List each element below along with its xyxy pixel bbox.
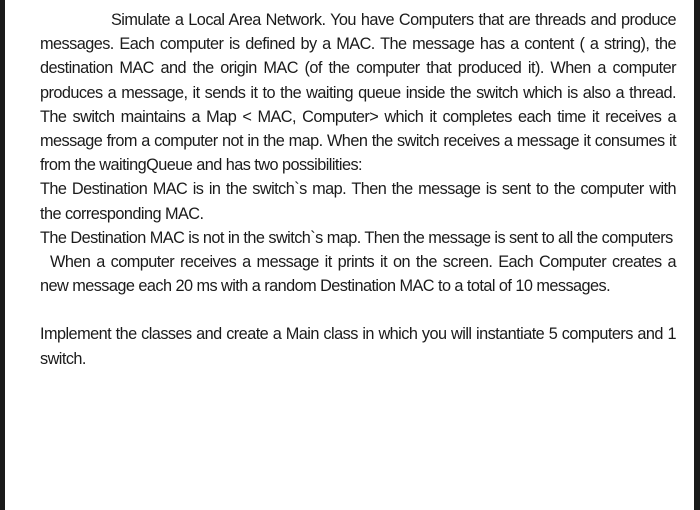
document-page: Simulate a Local Area Network. You have … (5, 0, 694, 510)
paragraph-receive: When a computer receives a message it pr… (40, 253, 677, 296)
paragraph-case-not-in-map: The Destination MAC is not in the switch… (40, 228, 673, 247)
paragraph-intro: Simulate a Local Area Network. You have … (40, 11, 677, 175)
paragraph-implement: Implement the classes and create a Main … (40, 325, 677, 368)
paragraph-case-in-map: The Destination MAC is in the switch`s m… (40, 180, 677, 223)
document-text: Simulate a Local Area Network. You have … (40, 8, 677, 371)
